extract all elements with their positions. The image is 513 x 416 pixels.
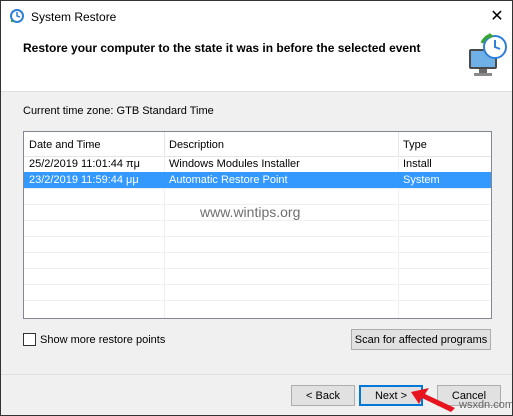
watermark: www.wintips.org (200, 204, 301, 220)
cell-type: Install (403, 158, 432, 170)
column-label: Description (169, 139, 225, 151)
red-arrow-icon (411, 388, 455, 412)
button-label: Scan for affected programs (354, 333, 488, 346)
page-heading: Restore your computer to the state it wa… (23, 41, 421, 55)
show-more-checkbox[interactable] (23, 333, 36, 346)
column-date-and-time[interactable]: Date and Time ⌄ (24, 132, 164, 156)
grid-line (24, 188, 491, 189)
title-bar: System Restore ✕ (1, 1, 512, 31)
close-button[interactable]: ✕ (482, 1, 512, 31)
scan-affected-programs-button[interactable]: Scan for affected programs (351, 329, 491, 350)
grid-line (24, 236, 491, 237)
restore-monitor-icon (469, 33, 507, 76)
restore-points-list[interactable]: Date and Time ⌄ Description Type 25/2/20… (23, 131, 492, 319)
system-restore-icon (10, 9, 24, 23)
window-title: System Restore (31, 10, 117, 24)
table-row-selected[interactable]: 23/2/2019 11:59:44 μμ Automatic Restore … (24, 172, 491, 188)
grid-line (24, 220, 491, 221)
back-button[interactable]: < Back (291, 385, 355, 406)
show-more-restore-points[interactable]: Show more restore points (23, 333, 165, 346)
list-header: Date and Time ⌄ Description Type (24, 132, 491, 157)
table-row[interactable]: 25/2/2019 11:01:44 πμ Windows Modules In… (24, 156, 491, 172)
header-band: Restore your computer to the state it wa… (1, 31, 512, 92)
grid-line (24, 252, 491, 253)
cell-description: Windows Modules Installer (169, 158, 300, 170)
system-restore-window: System Restore ✕ Restore your computer t… (0, 0, 513, 416)
column-label: Type (403, 139, 427, 151)
timezone-label: Current time zone: GTB Standard Time (23, 105, 214, 117)
button-label: Next > (374, 389, 408, 402)
show-more-label: Show more restore points (40, 333, 166, 346)
grid-line (24, 300, 491, 301)
grid-line (24, 268, 491, 269)
cell-date: 25/2/2019 11:01:44 πμ (29, 158, 140, 170)
cell-date: 23/2/2019 11:59:44 μμ (29, 174, 139, 186)
column-description[interactable]: Description (164, 132, 398, 156)
grid-line (24, 284, 491, 285)
credit-watermark: wsxdn.com (459, 399, 513, 411)
close-icon: ✕ (490, 8, 504, 25)
button-label: < Back (306, 389, 340, 402)
cell-type: System (403, 174, 440, 186)
sort-arrow-icon: ⌄ (88, 139, 95, 148)
cell-description: Automatic Restore Point (169, 174, 288, 186)
column-type[interactable]: Type (398, 132, 491, 156)
